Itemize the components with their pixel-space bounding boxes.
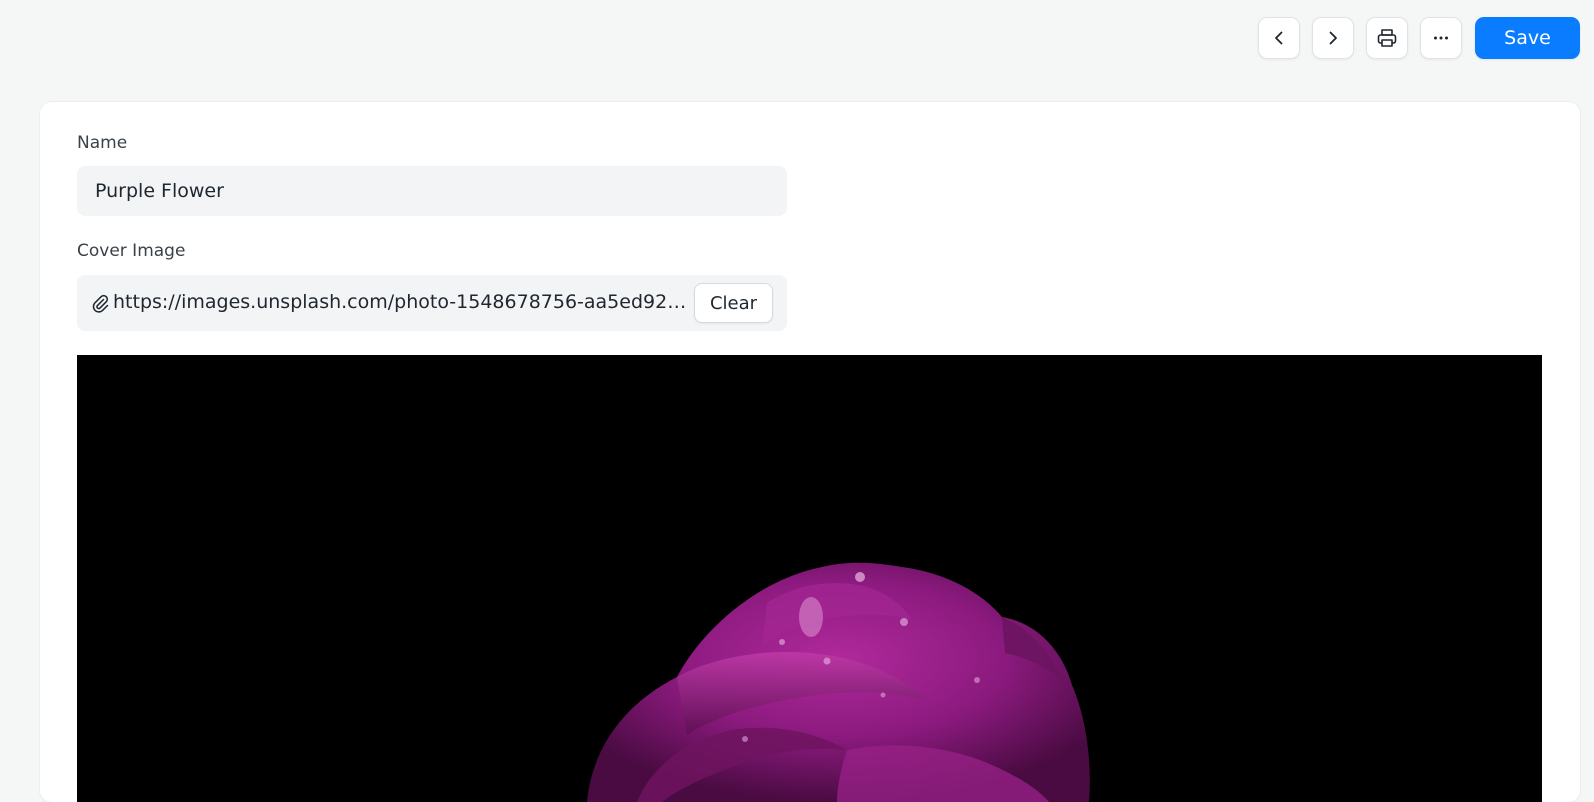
- more-horizontal-icon: [1434, 36, 1448, 40]
- more-actions-button[interactable]: [1420, 17, 1462, 59]
- print-button[interactable]: [1366, 17, 1408, 59]
- cover-image-url[interactable]: https://images.unsplash.com/photo-154867…: [113, 291, 693, 313]
- purple-flower-photo: [77, 355, 1542, 802]
- previous-record-button[interactable]: [1258, 17, 1300, 59]
- paperclip-icon: [92, 294, 109, 313]
- printer-icon: [1377, 29, 1397, 47]
- name-input[interactable]: [77, 166, 787, 216]
- cover-image-label: Cover Image: [77, 241, 186, 261]
- clear-button[interactable]: Clear: [694, 283, 773, 323]
- chevron-right-icon: [1329, 31, 1337, 45]
- save-button[interactable]: Save: [1475, 17, 1580, 59]
- cover-image-preview: [77, 355, 1542, 802]
- name-label: Name: [77, 133, 128, 153]
- cover-image-field[interactable]: https://images.unsplash.com/photo-154867…: [77, 275, 787, 331]
- form-card: Name Cover Image https://images.unsplash…: [40, 102, 1580, 802]
- next-record-button[interactable]: [1312, 17, 1354, 59]
- chevron-left-icon: [1275, 31, 1283, 45]
- form-toolbar: Save: [0, 17, 1594, 61]
